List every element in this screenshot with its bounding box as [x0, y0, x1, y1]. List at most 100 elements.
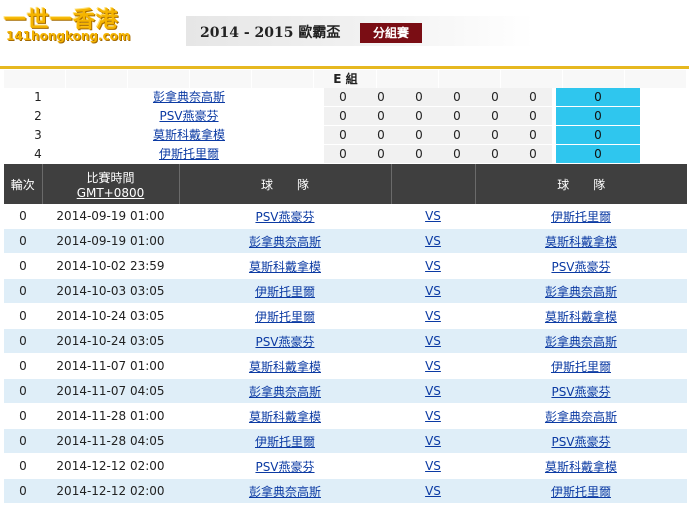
fixture-row: 0 2014-10-03 03:05 伊斯托里爾 VS 彭拿典奈高斯 [4, 278, 687, 304]
home-team-link[interactable]: PSV燕豪芬 [255, 460, 314, 474]
fixture-home-cell: 莫斯科戴拿模 [179, 353, 391, 379]
fixture-vs-cell: VS [391, 328, 475, 354]
standings-row: 3 莫斯科戴拿模 0 0 0 0 0 0 0 [4, 126, 687, 145]
home-team-link[interactable]: 彭拿典奈高斯 [249, 485, 321, 499]
vs-link[interactable]: VS [425, 384, 441, 398]
team-link[interactable]: 莫斯科戴拿模 [153, 128, 225, 142]
fixture-round: 0 [4, 204, 42, 229]
away-team-link[interactable]: 伊斯托里爾 [551, 360, 611, 374]
site-logo[interactable]: 一世一香港 141hongkong.com [4, 4, 134, 46]
vs-link[interactable]: VS [425, 359, 441, 373]
fixture-vs-cell: VS [391, 478, 475, 504]
fixture-round: 0 [4, 303, 42, 329]
home-team-link[interactable]: 伊斯托里爾 [255, 435, 315, 449]
away-team-link[interactable]: 彭拿典奈高斯 [545, 410, 617, 424]
vs-link[interactable]: VS [425, 434, 441, 448]
away-team-link[interactable]: PSV燕豪芬 [551, 385, 610, 399]
column-header-time-label: 比賽時間 [86, 170, 135, 185]
vs-link[interactable]: VS [425, 209, 441, 223]
away-team-link[interactable]: 彭拿典奈高斯 [545, 285, 617, 299]
fixture-time: 2014-11-28 01:00 [42, 403, 179, 429]
team-stat: 0 [514, 126, 552, 144]
fixture-row: 0 2014-11-07 04:05 彭拿典奈高斯 VS PSV燕豪芬 [4, 378, 687, 404]
fixture-home-cell: 彭拿典奈高斯 [179, 478, 391, 504]
fixture-vs-cell: VS [391, 428, 475, 454]
home-team-link[interactable]: 彭拿典奈高斯 [249, 385, 321, 399]
fixture-row: 0 2014-10-02 23:59 莫斯科戴拿模 VS PSV燕豪芬 [4, 253, 687, 279]
fixture-row: 0 2014-11-07 01:00 莫斯科戴拿模 VS 伊斯托里爾 [4, 353, 687, 379]
team-link[interactable]: 彭拿典奈高斯 [153, 90, 225, 104]
fixture-time: 2014-11-07 04:05 [42, 378, 179, 404]
fixture-round: 0 [4, 403, 42, 429]
team-name-cell: 彭拿典奈高斯 [124, 88, 254, 107]
vs-link[interactable]: VS [425, 334, 441, 348]
team-rank: 2 [34, 109, 42, 123]
team-stat: 0 [476, 145, 514, 163]
away-team-link[interactable]: 伊斯托里爾 [551, 485, 611, 499]
home-team-link[interactable]: 莫斯科戴拿模 [249, 410, 321, 424]
team-stat: 0 [514, 88, 552, 106]
fixture-away-cell: PSV燕豪芬 [475, 378, 687, 404]
away-team-link[interactable]: 莫斯科戴拿模 [545, 310, 617, 324]
home-team-link[interactable]: PSV燕豪芬 [255, 335, 314, 349]
group-label: E 組 [333, 72, 358, 86]
fixture-away-cell: PSV燕豪芬 [475, 428, 687, 454]
team-stat: 0 [400, 107, 438, 125]
logo-domain: 141hongkong.com [6, 29, 131, 43]
away-team-link[interactable]: 莫斯科戴拿模 [545, 235, 617, 249]
home-team-link[interactable]: 彭拿典奈高斯 [249, 235, 321, 249]
vs-link[interactable]: VS [425, 459, 441, 473]
fixture-round: 0 [4, 478, 42, 504]
fixture-vs-cell: VS [391, 353, 475, 379]
away-team-link[interactable]: 伊斯托里爾 [551, 210, 611, 224]
team-rank: 4 [34, 147, 42, 161]
vs-link[interactable]: VS [425, 409, 441, 423]
home-team-link[interactable]: 伊斯托里爾 [255, 310, 315, 324]
team-stat: 0 [438, 126, 476, 144]
vs-link[interactable]: VS [425, 234, 441, 248]
team-stat: 0 [514, 145, 552, 163]
fixture-home-cell: 伊斯托里爾 [179, 303, 391, 329]
away-team-link[interactable]: 彭拿典奈高斯 [545, 335, 617, 349]
fixture-away-cell: 莫斯科戴拿模 [475, 453, 687, 479]
team-link[interactable]: PSV燕豪芬 [159, 109, 218, 123]
home-team-link[interactable]: 伊斯托里爾 [255, 285, 315, 299]
fixture-round: 0 [4, 453, 42, 479]
fixture-row: 0 2014-11-28 04:05 伊斯托里爾 VS PSV燕豪芬 [4, 428, 687, 454]
vs-link[interactable]: VS [425, 284, 441, 298]
home-team-link[interactable]: PSV燕豪芬 [255, 210, 314, 224]
timezone-link[interactable]: GMT+0800 [77, 186, 145, 200]
home-team-link[interactable]: 莫斯科戴拿模 [249, 360, 321, 374]
fixture-round: 0 [4, 228, 42, 254]
team-stat: 0 [438, 145, 476, 163]
vs-link[interactable]: VS [425, 259, 441, 273]
team-points: 0 [556, 88, 640, 106]
fixture-time: 2014-12-12 02:00 [42, 478, 179, 504]
fixture-home-cell: 彭拿典奈高斯 [179, 378, 391, 404]
fixture-row: 0 2014-12-12 02:00 彭拿典奈高斯 VS 伊斯托里爾 [4, 478, 687, 504]
fixture-round: 0 [4, 378, 42, 404]
vs-link[interactable]: VS [425, 484, 441, 498]
fixture-vs-cell: VS [391, 303, 475, 329]
team-stat: 0 [362, 88, 400, 106]
team-link[interactable]: 伊斯托里爾 [159, 147, 219, 161]
team-stat: 0 [324, 145, 362, 163]
fixture-away-cell: 彭拿典奈高斯 [475, 403, 687, 429]
fixture-row: 0 2014-09-19 01:00 彭拿典奈高斯 VS 莫斯科戴拿模 [4, 228, 687, 254]
away-team-link[interactable]: PSV燕豪芬 [551, 260, 610, 274]
vs-link[interactable]: VS [425, 309, 441, 323]
fixture-row: 0 2014-10-24 03:05 伊斯托里爾 VS 莫斯科戴拿模 [4, 303, 687, 329]
group-stage-button[interactable]: 分組賽 [360, 23, 422, 43]
away-team-link[interactable]: 莫斯科戴拿模 [545, 460, 617, 474]
fixture-time: 2014-10-24 03:05 [42, 303, 179, 329]
team-name-cell: PSV燕豪芬 [124, 107, 254, 126]
team-stat: 0 [324, 107, 362, 125]
team-stat: 0 [438, 107, 476, 125]
team-stat: 0 [362, 126, 400, 144]
fixture-row: 0 2014-11-28 01:00 莫斯科戴拿模 VS 彭拿典奈高斯 [4, 403, 687, 429]
away-team-link[interactable]: PSV燕豪芬 [551, 435, 610, 449]
fixture-away-cell: 伊斯托里爾 [475, 478, 687, 504]
fixture-time: 2014-12-12 02:00 [42, 453, 179, 479]
fixture-away-cell: PSV燕豪芬 [475, 253, 687, 279]
home-team-link[interactable]: 莫斯科戴拿模 [249, 260, 321, 274]
